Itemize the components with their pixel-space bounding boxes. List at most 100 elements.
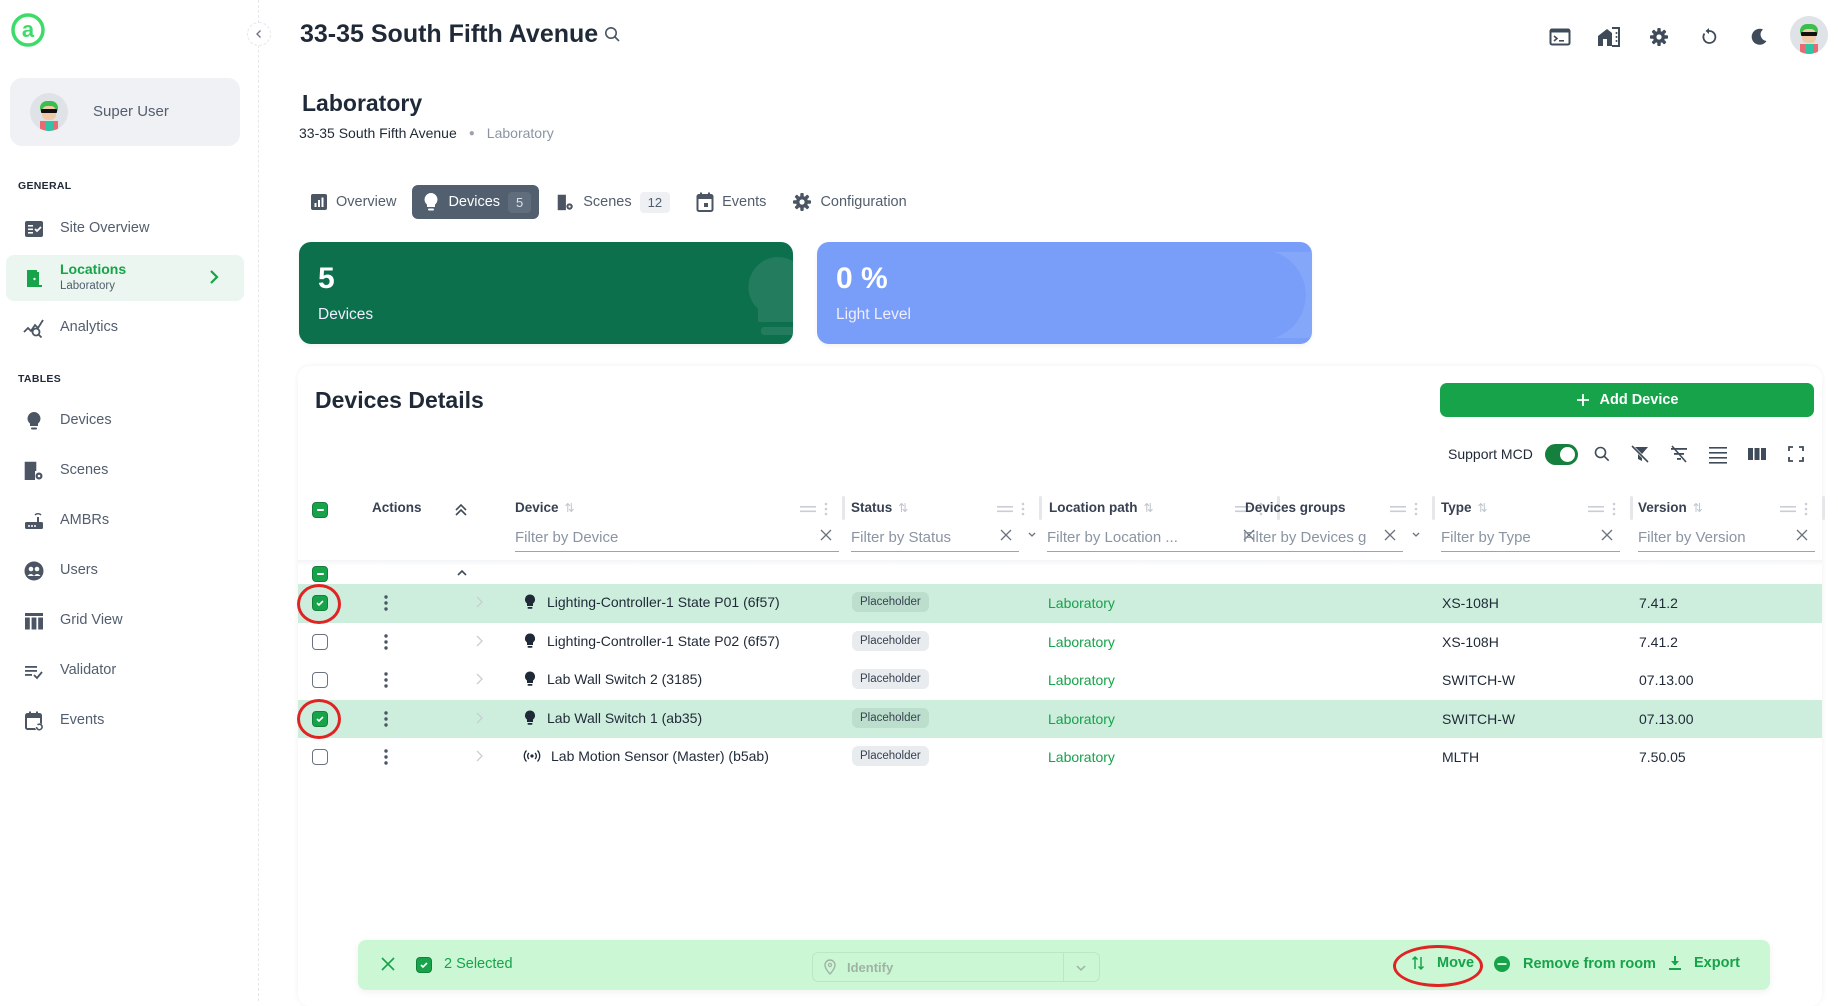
remove-from-room-button[interactable]: Remove from room bbox=[1493, 955, 1656, 973]
add-device-button[interactable]: Add Device bbox=[1440, 383, 1814, 417]
row-actions-menu[interactable] bbox=[384, 633, 388, 651]
row-actions-menu[interactable] bbox=[384, 748, 388, 766]
clear-filter-icon[interactable] bbox=[819, 528, 833, 542]
group-select-checkbox[interactable] bbox=[312, 566, 328, 582]
drag-handle-icon[interactable] bbox=[997, 504, 1013, 514]
site-search-button[interactable] bbox=[603, 25, 621, 43]
select-all-checkbox[interactable] bbox=[312, 502, 328, 518]
at-logo-icon[interactable]: a bbox=[10, 12, 46, 48]
fullscreen-button[interactable] bbox=[1783, 441, 1809, 467]
support-mcd-toggle[interactable] bbox=[1545, 444, 1578, 465]
profile-avatar-button[interactable] bbox=[1790, 16, 1828, 54]
device-cell[interactable]: Lighting-Controller-1 State P01 (6f57) bbox=[523, 594, 780, 610]
device-cell[interactable]: Lab Wall Switch 1 (ab35) bbox=[523, 710, 702, 726]
clear-filter-icon[interactable] bbox=[999, 528, 1013, 542]
row-actions-menu[interactable] bbox=[384, 671, 388, 689]
density-button[interactable] bbox=[1705, 441, 1731, 467]
group-collapse-button[interactable] bbox=[455, 566, 469, 580]
table-search-button[interactable] bbox=[1589, 441, 1615, 467]
clear-filter-icon[interactable] bbox=[1795, 528, 1809, 542]
collapse-sidebar-button[interactable] bbox=[247, 22, 271, 46]
clear-selection-button[interactable] bbox=[380, 956, 396, 972]
row-expand-button[interactable] bbox=[474, 634, 484, 648]
filter-device-input[interactable]: Filter by Device bbox=[515, 524, 839, 552]
settings-button[interactable] bbox=[1644, 22, 1674, 52]
filter-status-input[interactable]: Filter by Status bbox=[851, 524, 1036, 552]
sidebar-item-events[interactable]: Events bbox=[6, 698, 244, 742]
tab-devices[interactable]: Devices 5 bbox=[412, 185, 540, 219]
table-row[interactable]: Lighting-Controller-1 State P02 (6f57) P… bbox=[298, 623, 1822, 662]
drag-handle-icon[interactable] bbox=[1588, 504, 1604, 514]
refresh-button[interactable] bbox=[1694, 22, 1724, 52]
sidebar-item-grid-view[interactable]: Grid View bbox=[6, 598, 244, 642]
sidebar-item-site-overview[interactable]: Site Overview bbox=[6, 206, 244, 250]
location-link[interactable]: Laboratory bbox=[1048, 672, 1115, 688]
column-resize-handle[interactable] bbox=[1432, 496, 1435, 520]
column-menu-icon[interactable] bbox=[824, 502, 828, 516]
selection-checkbox[interactable] bbox=[416, 957, 432, 973]
sort-icon[interactable]: ⇅ bbox=[1478, 501, 1488, 515]
filter-dropdown-icon[interactable] bbox=[1411, 529, 1421, 539]
column-resize-handle[interactable] bbox=[1822, 496, 1825, 520]
column-header-version[interactable]: Version ⇅ bbox=[1638, 500, 1703, 515]
sidebar-item-analytics[interactable]: Analytics bbox=[6, 305, 244, 349]
table-row[interactable]: Lab Wall Switch 2 (3185) Placeholder Lab… bbox=[298, 661, 1822, 700]
drag-handle-icon[interactable] bbox=[1780, 504, 1796, 514]
user-card[interactable]: Super User bbox=[10, 78, 240, 146]
sort-icon[interactable]: ⇅ bbox=[1144, 501, 1154, 515]
sidebar-item-scenes[interactable]: Scenes bbox=[6, 448, 244, 492]
toggle-filters-button[interactable] bbox=[1666, 441, 1692, 467]
column-header-device[interactable]: Device ⇅ bbox=[515, 500, 575, 515]
column-resize-handle[interactable] bbox=[1630, 496, 1633, 520]
drag-handle-icon[interactable] bbox=[1390, 504, 1406, 514]
sidebar-item-ambrs[interactable]: AMBRs bbox=[6, 498, 244, 542]
dark-mode-button[interactable] bbox=[1744, 22, 1774, 52]
tab-overview[interactable]: Overview bbox=[300, 185, 406, 219]
row-expand-button[interactable] bbox=[474, 749, 484, 763]
device-cell[interactable]: Lab Wall Switch 2 (3185) bbox=[523, 671, 702, 687]
filter-type-input[interactable]: Filter by Type bbox=[1441, 524, 1620, 552]
filter-location-path-input[interactable]: Filter by Location ... bbox=[1047, 524, 1262, 552]
device-cell[interactable]: Lighting-Controller-1 State P02 (6f57) bbox=[523, 633, 780, 649]
identify-select[interactable]: Identify bbox=[812, 952, 1100, 982]
sidebar-item-users[interactable]: Users bbox=[6, 548, 244, 592]
row-expand-button[interactable] bbox=[474, 595, 484, 609]
breadcrumb-site[interactable]: 33-35 South Fifth Avenue bbox=[299, 125, 457, 141]
clear-filter-icon[interactable] bbox=[1600, 528, 1614, 542]
column-header-devices-groups[interactable]: Devices groups bbox=[1245, 500, 1346, 515]
sidebar-item-validator[interactable]: Validator bbox=[6, 648, 244, 692]
table-row[interactable]: Lab Wall Switch 1 (ab35) Placeholder Lab… bbox=[298, 699, 1822, 738]
row-checkbox[interactable] bbox=[312, 672, 328, 688]
row-expand-button[interactable] bbox=[474, 672, 484, 686]
row-checkbox[interactable] bbox=[312, 749, 328, 765]
location-link[interactable]: Laboratory bbox=[1048, 749, 1115, 765]
collapse-all-button[interactable] bbox=[453, 502, 469, 518]
table-row[interactable]: Lighting-Controller-1 State P01 (6f57) P… bbox=[298, 584, 1822, 623]
table-row[interactable]: Lab Motion Sensor (Master) (b5ab) Placeh… bbox=[298, 738, 1822, 777]
drag-handle-icon[interactable] bbox=[800, 504, 816, 514]
tab-scenes[interactable]: Scenes 12 bbox=[545, 185, 680, 219]
column-resize-handle[interactable] bbox=[842, 496, 845, 520]
filter-version-input[interactable]: Filter by Version bbox=[1638, 524, 1815, 552]
column-menu-icon[interactable] bbox=[1414, 502, 1418, 516]
filter-devices-groups-input[interactable]: Filter by Devices g bbox=[1243, 524, 1420, 552]
location-link[interactable]: Laboratory bbox=[1048, 711, 1115, 727]
location-link[interactable]: Laboratory bbox=[1048, 595, 1115, 611]
row-actions-menu[interactable] bbox=[384, 594, 388, 612]
clear-filters-button[interactable] bbox=[1627, 441, 1653, 467]
row-expand-button[interactable] bbox=[474, 711, 484, 725]
sidebar-item-locations[interactable]: Locations Laboratory bbox=[6, 255, 244, 301]
location-link[interactable]: Laboratory bbox=[1048, 634, 1115, 650]
sort-icon[interactable]: ⇅ bbox=[565, 501, 575, 515]
export-button[interactable]: Export bbox=[1668, 955, 1740, 971]
columns-button[interactable] bbox=[1744, 441, 1770, 467]
column-menu-icon[interactable] bbox=[1021, 502, 1025, 516]
terminal-button[interactable] bbox=[1545, 22, 1575, 52]
column-header-location-path[interactable]: Location path ⇅ bbox=[1049, 500, 1154, 515]
column-menu-icon[interactable] bbox=[1804, 502, 1808, 516]
filter-dropdown-icon[interactable] bbox=[1027, 529, 1037, 539]
row-actions-menu[interactable] bbox=[384, 710, 388, 728]
building-button[interactable] bbox=[1594, 22, 1624, 52]
sort-icon[interactable]: ⇅ bbox=[1693, 501, 1703, 515]
column-menu-icon[interactable] bbox=[1612, 502, 1616, 516]
